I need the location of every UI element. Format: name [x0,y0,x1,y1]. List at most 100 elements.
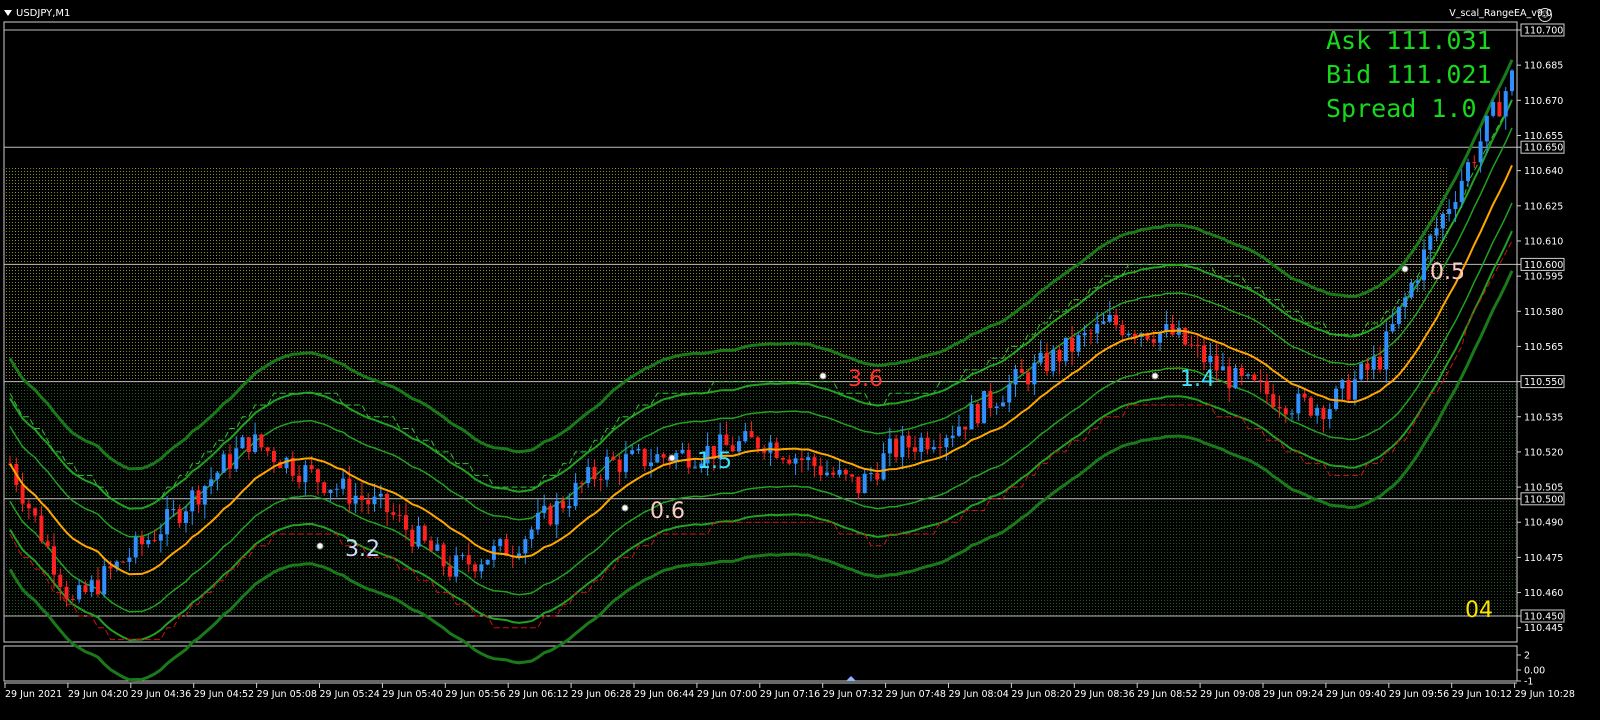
candle-body [768,442,773,453]
candle-body [1296,393,1301,414]
candle-body [108,566,113,569]
candle-body [133,536,138,558]
candle-body [1227,366,1232,389]
candle-body [523,539,528,554]
time-label: 29 Jun 08:04 [949,689,1009,700]
candle-body [806,457,811,461]
candle-body [1352,379,1357,400]
price-label: 110.520 [1524,447,1563,458]
candle-body [215,472,220,480]
candle-body [793,458,798,464]
candle-body [1202,345,1207,363]
candle-body [139,536,144,545]
candle-body [868,473,873,475]
candle-body [1447,209,1452,214]
trade-profit-label: 1.5 [697,449,732,474]
price-label: 110.595 [1524,272,1563,283]
candle-body [253,434,258,452]
candle-body [925,437,930,450]
candle-body [561,501,566,509]
candle-body [347,478,352,504]
candle-body [322,482,327,493]
candle-body [1013,368,1018,385]
chart-window[interactable]: USDJPY,M1 V_scal_RangeEA_v9.0 ☺ 110.700 1… [0,0,1600,720]
time-label: 29 Jun 09:08 [1200,689,1260,700]
time-label: 29 Jun 04:36 [131,689,191,700]
candle-body [837,469,842,475]
candle-body [579,482,584,484]
candle-body [988,391,993,409]
candle-body [1403,297,1408,308]
candle-body [1264,381,1269,395]
candle-body [567,506,572,509]
candle-body [912,447,917,452]
candle-body [1246,374,1251,376]
candle-body [517,553,522,557]
candle-body [1126,333,1131,336]
candle-body [1396,307,1401,324]
candle-body [1258,380,1263,382]
candle-body [435,544,440,551]
candle-body [1007,384,1012,403]
candle-body [441,544,446,567]
time-label: 29 Jun 2021 [5,689,62,700]
candle-body [630,450,635,455]
candle-body [1044,352,1049,372]
candle-body [89,580,94,593]
price-label: 110.500 [1524,494,1563,505]
candle-body [1422,249,1427,281]
candle-body [1151,339,1156,343]
candle-body [315,469,320,483]
candle-body [1453,202,1458,210]
time-label: 29 Jun 06:44 [634,689,694,700]
candle-body [353,495,358,504]
candle-body [755,437,760,449]
candle-body [554,501,559,525]
candle-body [636,448,641,451]
candle-body [1478,141,1483,163]
candle-body [661,454,666,458]
candle-body [1026,373,1031,385]
time-label: 29 Jun 07:32 [823,689,883,700]
candle-body [1503,91,1508,117]
candle-body [969,404,974,430]
candle-body [749,431,754,438]
candle-body [944,437,949,448]
candle-body [938,447,943,449]
candle-body [1365,363,1370,370]
candle-body [856,476,861,494]
trade-profit-label: 0.6 [650,499,685,524]
time-label: 29 Jun 09:56 [1389,689,1449,700]
candle-body [956,426,961,436]
trade-marker [1401,265,1409,273]
price-label: 110.475 [1524,553,1563,564]
candle-body [454,555,459,577]
candle-body [1000,402,1005,407]
candle-body [1019,368,1024,374]
candle-body [209,479,214,487]
candle-body [45,541,50,547]
candle-body [1195,344,1200,346]
time-label: 29 Jun 05:24 [320,689,380,700]
time-label: 29 Jun 06:28 [571,689,631,700]
candle-body [655,454,660,463]
bid-price-text: Bid 111.021 [1326,60,1492,89]
candle-body [1032,362,1037,385]
price-label: 110.490 [1524,518,1563,529]
trade-profit-label: 3.2 [345,537,380,562]
candle-body [787,459,792,464]
candle-body [950,435,955,438]
candle-body [391,512,396,515]
candle-body [1114,314,1119,326]
price-label: 110.655 [1524,131,1563,142]
candle-body [812,457,817,467]
sub-window-frame [3,645,1518,682]
price-label: 110.610 [1524,236,1563,247]
candle-body [83,585,88,593]
candle-body [617,459,622,473]
candle-body [1120,325,1125,336]
candle-body [309,465,314,470]
candle-body [1082,332,1087,336]
candle-body [1428,235,1433,250]
candle-body [743,431,748,442]
